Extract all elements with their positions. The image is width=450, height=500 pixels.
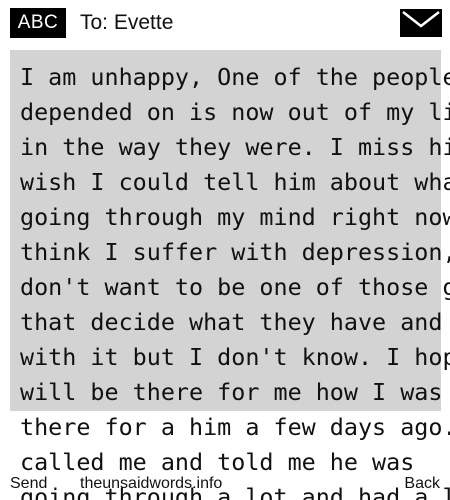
recipient-label[interactable]: To: Evette (80, 10, 173, 36)
message-line: I am unhappy, One of the people I (20, 63, 450, 91)
message-line: there for a him a few days ago. He (20, 413, 450, 441)
envelope-icon[interactable] (400, 9, 442, 37)
message-header: ABC To: Evette (0, 0, 450, 46)
message-line: will be there for me how I was (20, 378, 443, 406)
message-line: think I suffer with depression, I (20, 238, 450, 266)
message-line: with it but I don't know. I hope he (20, 343, 450, 371)
message-body[interactable]: I am unhappy, One of the people I depend… (0, 50, 450, 500)
watermark-label: theunsaidwords.info (80, 475, 223, 492)
message-line: that decide what they have and go (20, 308, 450, 336)
message-line: depended on is now out of my life (20, 98, 450, 126)
message-line: going through my mind right now. I (20, 203, 450, 231)
message-line: called me and told me he was (20, 448, 415, 476)
back-softkey[interactable]: Back (404, 474, 440, 494)
message-line: wish I could tell him about what's (20, 168, 450, 196)
input-mode-badge[interactable]: ABC (10, 8, 66, 38)
message-line: don't want to be one of those girls (20, 273, 450, 301)
message-line: in the way they were. I miss him. I (20, 133, 450, 161)
send-softkey[interactable]: Send (10, 474, 47, 494)
message-text[interactable]: I am unhappy, One of the people I depend… (20, 60, 450, 500)
